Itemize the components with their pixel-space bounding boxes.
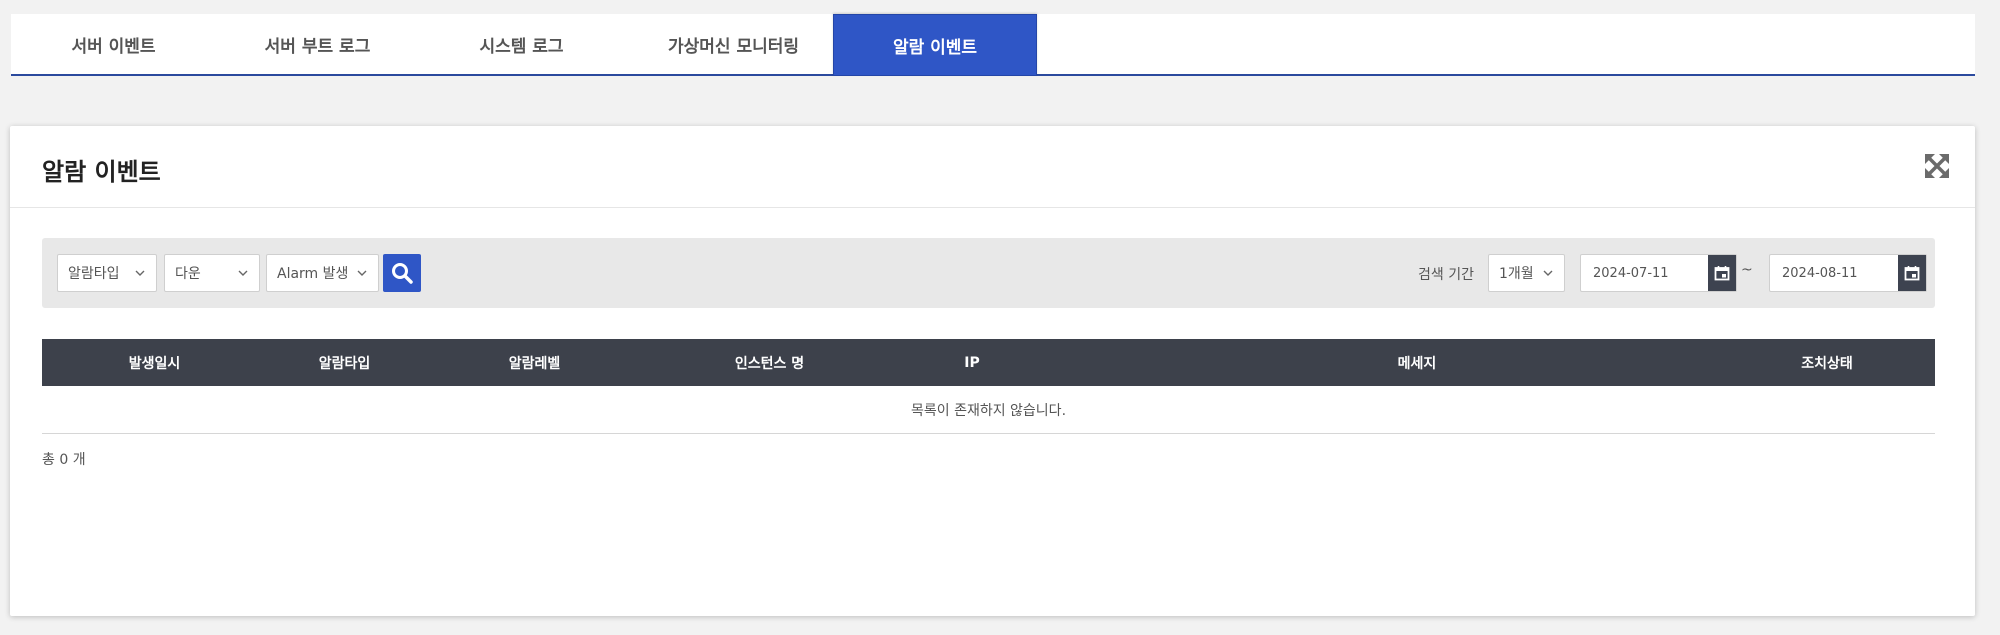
column-header-action-status[interactable]: 조치상태 [1772, 339, 1882, 386]
tab-bar: 서버 이벤트 서버 부트 로그 시스템 로그 가상머신 모니터링 알람 이벤트 [11, 14, 1975, 76]
expand-arrows-icon[interactable] [1923, 152, 1951, 180]
tab-system-log[interactable]: 시스템 로그 [419, 14, 624, 74]
table-empty-row: 목록이 존재하지 않습니다. [42, 386, 1935, 434]
tab-server-events[interactable]: 서버 이벤트 [11, 14, 216, 74]
alarm-event-select[interactable]: Alarm 발생 [266, 254, 379, 292]
total-count: 총 0 개 [42, 452, 86, 468]
chevron-down-icon [135, 270, 145, 276]
start-date-value: 2024-07-11 [1593, 265, 1669, 281]
end-date-field[interactable]: 2024-08-11 [1769, 254, 1927, 292]
start-date-field[interactable]: 2024-07-11 [1580, 254, 1737, 292]
panel-title: 알람 이벤트 [42, 158, 161, 186]
panel-header: 알람 이벤트 [10, 126, 1975, 208]
date-range-separator: ~ [1741, 262, 1753, 278]
search-icon [392, 263, 413, 284]
column-header-message[interactable]: 메세지 [1302, 339, 1532, 386]
column-header-alarm-level[interactable]: 알람레벨 [472, 339, 597, 386]
alarm-level-value: 다운 [175, 266, 201, 282]
alarm-type-value: 알람타입 [68, 266, 120, 282]
alarm-type-select[interactable]: 알람타입 [57, 254, 157, 292]
chevron-down-icon [1543, 270, 1553, 276]
search-period-label: 검색 기간 [1418, 267, 1474, 283]
period-select[interactable]: 1개월 [1488, 254, 1565, 292]
tab-vm-monitoring[interactable]: 가상머신 모니터링 [624, 14, 843, 74]
chevron-down-icon [357, 270, 367, 276]
column-header-alarm-type[interactable]: 알람타입 [282, 339, 407, 386]
end-date-value: 2024-08-11 [1782, 265, 1858, 281]
table-header: 발생일시 알람타입 알람레벨 인스턴스 명 IP 메세지 조치상태 [42, 339, 1935, 386]
calendar-icon[interactable] [1708, 255, 1736, 291]
calendar-icon[interactable] [1898, 255, 1926, 291]
alarm-event-panel: 알람 이벤트 알람타입 다운 Alarm 발생 검색 기간 1개월 2024-0… [10, 126, 1975, 616]
tab-alarm-events[interactable]: 알람 이벤트 [833, 14, 1037, 76]
column-header-occurred-at[interactable]: 발생일시 [92, 339, 217, 386]
alarm-level-select[interactable]: 다운 [164, 254, 260, 292]
filter-bar: 알람타입 다운 Alarm 발생 검색 기간 1개월 2024-07-11 ~ … [42, 238, 1935, 308]
alarm-event-value: Alarm 발생 [277, 266, 349, 282]
column-header-ip[interactable]: IP [932, 339, 1012, 386]
period-value: 1개월 [1499, 266, 1534, 282]
chevron-down-icon [238, 270, 248, 276]
column-header-instance-name[interactable]: 인스턴스 명 [682, 339, 857, 386]
tab-server-boot-log[interactable]: 서버 부트 로그 [216, 14, 419, 74]
search-button[interactable] [383, 254, 421, 292]
